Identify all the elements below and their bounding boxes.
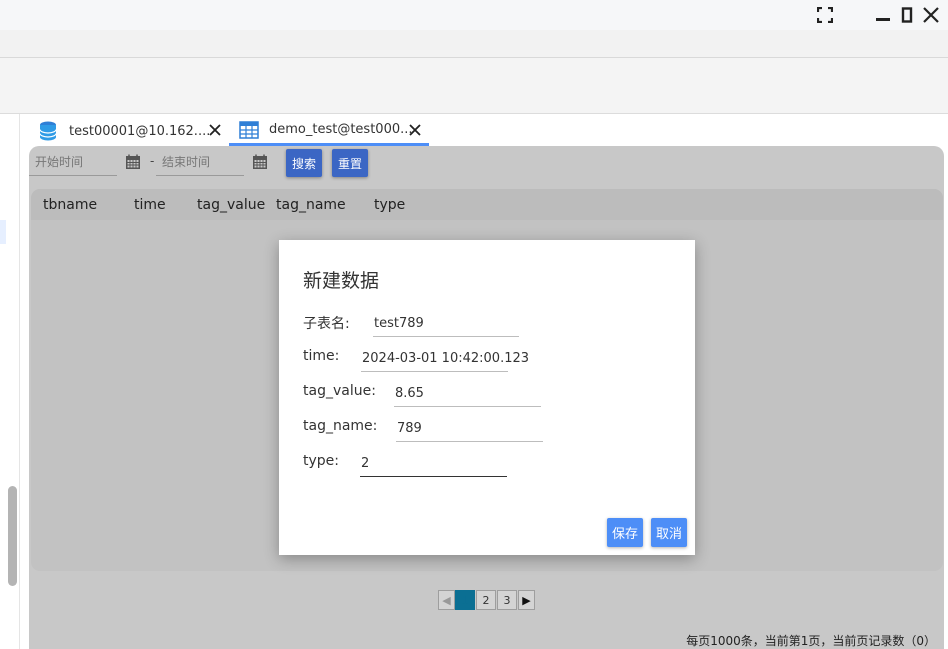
maximize-icon <box>901 7 913 23</box>
subtable-name-label: 子表名: <box>303 316 350 332</box>
close-icon[interactable] <box>207 122 223 138</box>
minimize-button[interactable] <box>872 4 894 26</box>
table-icon <box>239 120 259 139</box>
reset-button[interactable]: 重置 <box>332 149 368 177</box>
column-header[interactable]: tag_value <box>197 197 265 213</box>
search-button[interactable]: 搜索 <box>286 149 322 177</box>
fullscreen-icon <box>817 7 833 23</box>
sidebar-selected-item[interactable] <box>0 220 6 244</box>
next-page-button[interactable]: ▶ <box>518 590 535 610</box>
calendar-icon[interactable] <box>252 154 268 170</box>
menu-bar <box>0 30 948 58</box>
column-header[interactable]: type <box>374 197 405 213</box>
tab-demo-test[interactable]: demo_test@test000... <box>229 116 429 146</box>
database-icon <box>39 121 57 141</box>
column-header[interactable]: time <box>134 197 166 213</box>
minimize-icon <box>876 18 890 21</box>
date-separator: - <box>150 154 155 168</box>
calendar-icon[interactable] <box>125 154 141 170</box>
time-label: time: <box>303 348 340 364</box>
tag-name-label: tag_name: <box>303 418 378 434</box>
tab-bar: test00001@10.162.... demo_test@test000..… <box>29 116 948 146</box>
table-header: tbname time tag_value tag_name type <box>31 189 943 220</box>
time-input[interactable]: 2024-03-01 10:42:00.123 <box>361 348 529 372</box>
tag-value-label: tag_value: <box>303 383 376 399</box>
maximize-button[interactable] <box>896 4 918 26</box>
prev-page-button[interactable]: ◀ <box>438 590 455 610</box>
column-header[interactable]: tbname <box>43 197 97 213</box>
tag-name-input[interactable]: 789 <box>396 418 543 442</box>
type-input[interactable]: 2 <box>360 453 507 477</box>
tab-database-connection[interactable]: test00001@10.162.... <box>29 116 229 146</box>
save-button[interactable]: 保存 <box>607 518 643 547</box>
sidebar-scrollbar[interactable] <box>8 486 17 586</box>
close-icon <box>923 7 939 23</box>
subtable-name-input[interactable]: test789 <box>373 313 519 337</box>
page-status: 每页1000条，当前第1页，当前页记录数（0） <box>686 634 936 648</box>
new-data-dialog: 新建数据 子表名: test789 time: 2024-03-01 10:42… <box>279 240 695 555</box>
cancel-button[interactable]: 取消 <box>651 518 687 547</box>
column-header[interactable]: tag_name <box>276 197 346 213</box>
tab-label: test00001@10.162.... <box>69 123 211 139</box>
filter-bar: 开始时间 - 结束时间 搜索 重置 <box>29 146 944 188</box>
fullscreen-button[interactable] <box>814 4 836 26</box>
page-button[interactable]: 3 <box>497 590 517 610</box>
start-time-input[interactable]: 开始时间 <box>29 154 117 176</box>
close-icon[interactable] <box>407 122 423 138</box>
page-button[interactable]: 2 <box>476 590 496 610</box>
tab-label: demo_test@test000... <box>269 122 413 137</box>
sidebar <box>0 114 20 649</box>
page-button[interactable]: 1 <box>455 590 475 610</box>
toolbar <box>0 58 948 114</box>
title-bar <box>0 0 948 30</box>
end-time-input[interactable]: 结束时间 <box>156 154 244 176</box>
tag-value-input[interactable]: 8.65 <box>394 383 541 407</box>
dialog-title: 新建数据 <box>303 270 380 292</box>
type-label: type: <box>303 453 339 469</box>
close-window-button[interactable] <box>920 4 942 26</box>
